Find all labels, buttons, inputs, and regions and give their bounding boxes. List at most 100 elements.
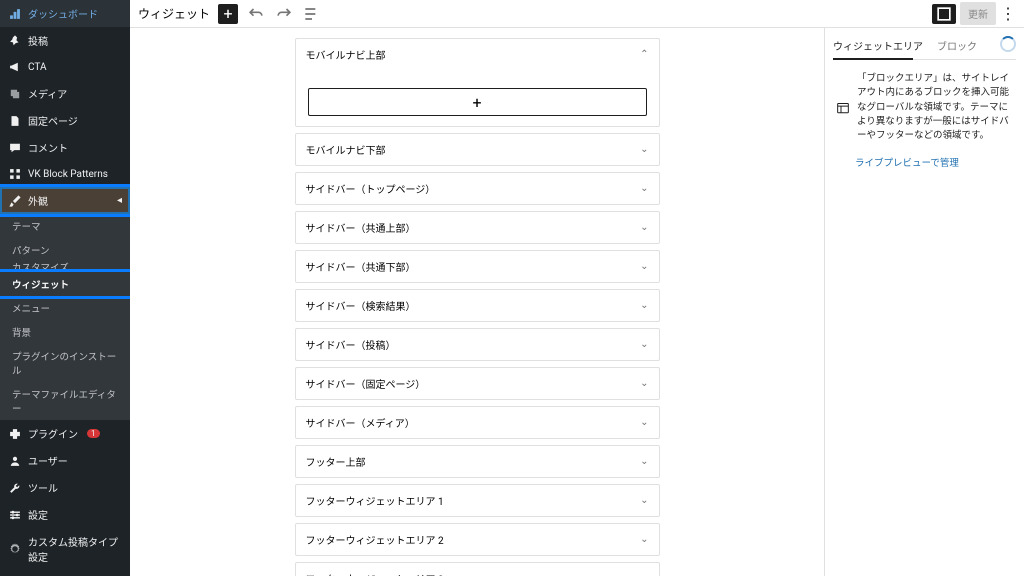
widget-area-title: フッターウィジェットエリア 3 bbox=[306, 571, 444, 576]
chevron-up-icon: ⌃ bbox=[640, 49, 648, 60]
widget-area-header[interactable]: フッターウィジェットエリア 3⌄ bbox=[296, 563, 659, 576]
sidebar-item-users[interactable]: ユーザー bbox=[0, 447, 130, 474]
submenu-menus[interactable]: メニュー bbox=[0, 296, 130, 320]
tools-icon bbox=[8, 481, 22, 495]
sidebar-label: ユーザー bbox=[28, 453, 68, 468]
chevron-down-icon: ⌄ bbox=[640, 378, 648, 389]
grid-icon bbox=[8, 167, 22, 181]
tab-block[interactable]: ブロック bbox=[937, 38, 977, 53]
widget-area-collapsed: モバイルナビ下部⌄ bbox=[295, 133, 660, 166]
widget-area-header[interactable]: サイドバー（固定ページ） ⌄ bbox=[296, 368, 659, 399]
submenu-plugin-install[interactable]: プラグインのインストール bbox=[0, 344, 130, 382]
megaphone-icon bbox=[8, 60, 22, 74]
chevron-down-icon: ⌄ bbox=[640, 456, 648, 467]
sidebar-label: CTA bbox=[28, 62, 46, 73]
plus-icon: + bbox=[472, 93, 481, 112]
editor-topbar: ウィジェット + 更新 ⋮ bbox=[130, 0, 1024, 28]
live-preview-link[interactable]: ライブプレビューで管理 bbox=[855, 155, 959, 169]
widget-area-collapsed: フッターウィジェットエリア 1⌄ bbox=[295, 484, 660, 517]
gear-icon bbox=[8, 542, 22, 556]
chevron-down-icon: ⌄ bbox=[640, 261, 648, 272]
chevron-down-icon: ⌄ bbox=[640, 339, 648, 350]
update-badge: 1 bbox=[87, 429, 100, 438]
submenu-background[interactable]: 背景 bbox=[0, 320, 130, 344]
comment-icon bbox=[8, 141, 22, 155]
widget-area-collapsed: サイドバー（共通下部） ⌄ bbox=[295, 250, 660, 283]
chevron-down-icon: ⌄ bbox=[640, 495, 648, 506]
sidebar-item-pages[interactable]: 固定ページ bbox=[0, 107, 130, 134]
chevron-down-icon: ⌄ bbox=[640, 417, 648, 428]
chevron-left-icon: ◂ bbox=[117, 195, 122, 206]
submenu-customize[interactable]: カスタマイズ bbox=[0, 262, 130, 272]
widget-area-header[interactable]: モバイルナビ下部⌄ bbox=[296, 134, 659, 165]
submenu-theme-editor[interactable]: テーマファイルエディター bbox=[0, 382, 130, 420]
chevron-down-icon: ⌄ bbox=[640, 534, 648, 545]
sidebar-item-cpt[interactable]: カスタム投稿タイプ設定 bbox=[0, 528, 130, 570]
widget-area-header[interactable]: フッターウィジェットエリア 2⌄ bbox=[296, 524, 659, 555]
widget-area-title: サイドバー（トップページ） bbox=[306, 181, 436, 196]
tab-widget-area[interactable]: ウィジェットエリア bbox=[833, 38, 923, 53]
widget-area-collapsed: サイドバー（トップページ）⌄ bbox=[295, 172, 660, 205]
sidebar-item-plugins[interactable]: プラグイン 1 bbox=[0, 420, 130, 447]
widget-area-title: サイドバー（検索結果） bbox=[306, 298, 416, 313]
dashboard-icon bbox=[8, 7, 22, 21]
widget-area-title: モバイルナビ上部 bbox=[306, 47, 386, 62]
settings-inspector: ウィジェットエリア ブロック 「ブロックエリア」は、サイトレイアウト内にあるブロ… bbox=[824, 28, 1024, 576]
widget-area-title: サイドバー（共通下部） bbox=[306, 259, 416, 274]
sidebar-item-dashboard[interactable]: ダッシュボード bbox=[0, 0, 130, 27]
sidebar-label: 投稿 bbox=[28, 33, 48, 48]
sidebar-item-settings[interactable]: 設定 bbox=[0, 501, 130, 528]
sidebar-item-comments[interactable]: コメント bbox=[0, 134, 130, 161]
widget-area-header[interactable]: サイドバー（共通上部）⌄ bbox=[296, 212, 659, 243]
more-menu-button[interactable]: ⋮ bbox=[1000, 4, 1016, 24]
list-view-button[interactable] bbox=[302, 4, 322, 24]
sidebar-label: カスタム投稿タイプ設定 bbox=[28, 534, 122, 564]
add-block-button[interactable]: + bbox=[218, 4, 238, 24]
widget-area-collapsed: サイドバー（検索結果） ⌄ bbox=[295, 289, 660, 322]
widget-area-header[interactable]: サイドバー（検索結果） ⌄ bbox=[296, 290, 659, 321]
sidebar-item-media[interactable]: メディア bbox=[0, 80, 130, 107]
user-icon bbox=[8, 454, 22, 468]
sidebar-label: 固定ページ bbox=[28, 113, 78, 128]
widget-area-title: サイドバー（共通上部） bbox=[306, 220, 416, 235]
update-button[interactable]: 更新 bbox=[960, 2, 996, 25]
plugin-icon bbox=[8, 427, 22, 441]
widget-area-title: サイドバー（メディア） bbox=[306, 415, 415, 430]
page-icon bbox=[8, 114, 22, 128]
sidebar-item-tools[interactable]: ツール bbox=[0, 474, 130, 501]
redo-button[interactable] bbox=[274, 4, 294, 24]
submenu-patterns[interactable]: パターン bbox=[0, 238, 130, 262]
sidebar-label: コメント bbox=[28, 140, 68, 155]
undo-button[interactable] bbox=[246, 4, 266, 24]
appearance-submenu: テーマ パターン カスタマイズ ウィジェット メニュー 背景 プラグインのインス… bbox=[0, 214, 130, 420]
sidebar-item-vkblocks[interactable]: VK Block Patterns bbox=[0, 161, 130, 187]
brush-icon bbox=[8, 194, 22, 208]
spinner-icon bbox=[1000, 36, 1016, 52]
widget-area-collapsed: サイドバー（投稿） ⌄ bbox=[295, 328, 660, 361]
widget-area-header[interactable]: フッター上部⌄ bbox=[296, 446, 659, 477]
widget-area-header[interactable]: サイドバー（投稿） ⌄ bbox=[296, 329, 659, 360]
widget-area-header[interactable]: サイドバー（メディア） ⌄ bbox=[296, 407, 659, 438]
sidebar-item-cta[interactable]: CTA bbox=[0, 54, 130, 80]
sidebar-item-posts[interactable]: 投稿 bbox=[0, 27, 130, 54]
chevron-down-icon: ⌄ bbox=[640, 300, 648, 311]
sidebar-item-exunit[interactable]: ExUnit bbox=[0, 570, 130, 576]
widget-area-header[interactable]: モバイルナビ上部 ⌃ bbox=[296, 39, 659, 70]
preview-button[interactable] bbox=[932, 4, 956, 24]
layout-icon bbox=[835, 72, 851, 143]
widget-area-collapsed: フッターウィジェットエリア 2⌄ bbox=[295, 523, 660, 556]
widget-area-header[interactable]: フッターウィジェットエリア 1⌄ bbox=[296, 485, 659, 516]
sidebar-label: 設定 bbox=[28, 507, 48, 522]
submenu-widgets[interactable]: ウィジェット bbox=[0, 272, 130, 296]
sidebar-item-appearance[interactable]: 外観 ◂ bbox=[0, 187, 130, 214]
widget-area-title: サイドバー（固定ページ） bbox=[306, 376, 426, 391]
pin-icon bbox=[8, 34, 22, 48]
add-block-inline-button[interactable]: + bbox=[308, 88, 647, 116]
widget-area-title: サイドバー（投稿） bbox=[306, 337, 396, 352]
submenu-themes[interactable]: テーマ bbox=[0, 214, 130, 238]
sidebar-label: VK Block Patterns bbox=[28, 169, 108, 180]
sidebar-label: プラグイン bbox=[28, 426, 78, 441]
widget-area-header[interactable]: サイドバー（トップページ）⌄ bbox=[296, 173, 659, 204]
inspector-description: 「ブロックエリア」は、サイトレイアウト内にあるブロックを挿入可能なグローバルな領… bbox=[857, 72, 1014, 143]
widget-area-header[interactable]: サイドバー（共通下部） ⌄ bbox=[296, 251, 659, 282]
